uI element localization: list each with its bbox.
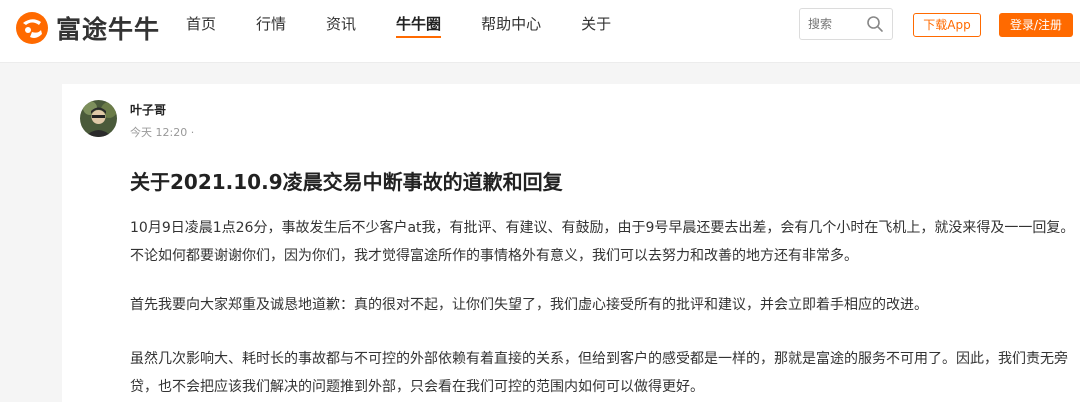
author-name[interactable]: 叶子哥 <box>130 101 166 118</box>
login-register-button[interactable]: 登录/注册 <box>999 13 1073 37</box>
nav-about[interactable]: 关于 <box>581 0 611 62</box>
nav-news[interactable]: 资讯 <box>326 0 356 62</box>
site-logo[interactable]: 富途牛牛 <box>14 8 160 48</box>
post-title: 关于2021.10.9凌晨交易中断事故的道歉和回复 <box>130 170 563 194</box>
search-box[interactable] <box>799 8 893 40</box>
nav-home[interactable]: 首页 <box>186 0 216 62</box>
post-paragraph: 首先我要向大家郑重及诚恳地道歉：真的很对不起，让你们失望了，我们虚心接受所有的批… <box>130 297 928 313</box>
main-nav: 首页 行情 资讯 牛牛圈 帮助中心 关于 <box>186 0 651 62</box>
post-paragraph: 虽然几次影响大、耗时长的事故都与不可控的外部依赖有着直接的关系，但给到客户的感受… <box>130 351 1068 395</box>
avatar-image <box>80 100 117 137</box>
nav-community[interactable]: 牛牛圈 <box>396 0 442 62</box>
post-time: 今天 12:20 · <box>130 126 195 139</box>
logo-text: 富途牛牛 <box>56 15 161 44</box>
post-paragraph: 10月9日凌晨1点26分，事故发生后不少客户at我，有批评、有建议、有鼓励，由于… <box>130 220 1075 264</box>
search-input[interactable] <box>808 14 858 34</box>
futu-logo-icon <box>16 12 48 44</box>
nav-quotes[interactable]: 行情 <box>256 0 286 62</box>
nav-help-center[interactable]: 帮助中心 <box>481 0 541 62</box>
search-icon[interactable] <box>866 15 884 33</box>
post-card: 叶子哥 今天 12:20 · 关于2021.10.9凌晨交易中断事故的道歉和回复… <box>62 84 1080 402</box>
download-app-button[interactable]: 下载App <box>913 13 981 37</box>
user-avatar[interactable] <box>80 100 117 137</box>
top-header: 富途牛牛 首页 行情 资讯 牛牛圈 帮助中心 关于 下载App 登录/注册 <box>0 0 1080 63</box>
